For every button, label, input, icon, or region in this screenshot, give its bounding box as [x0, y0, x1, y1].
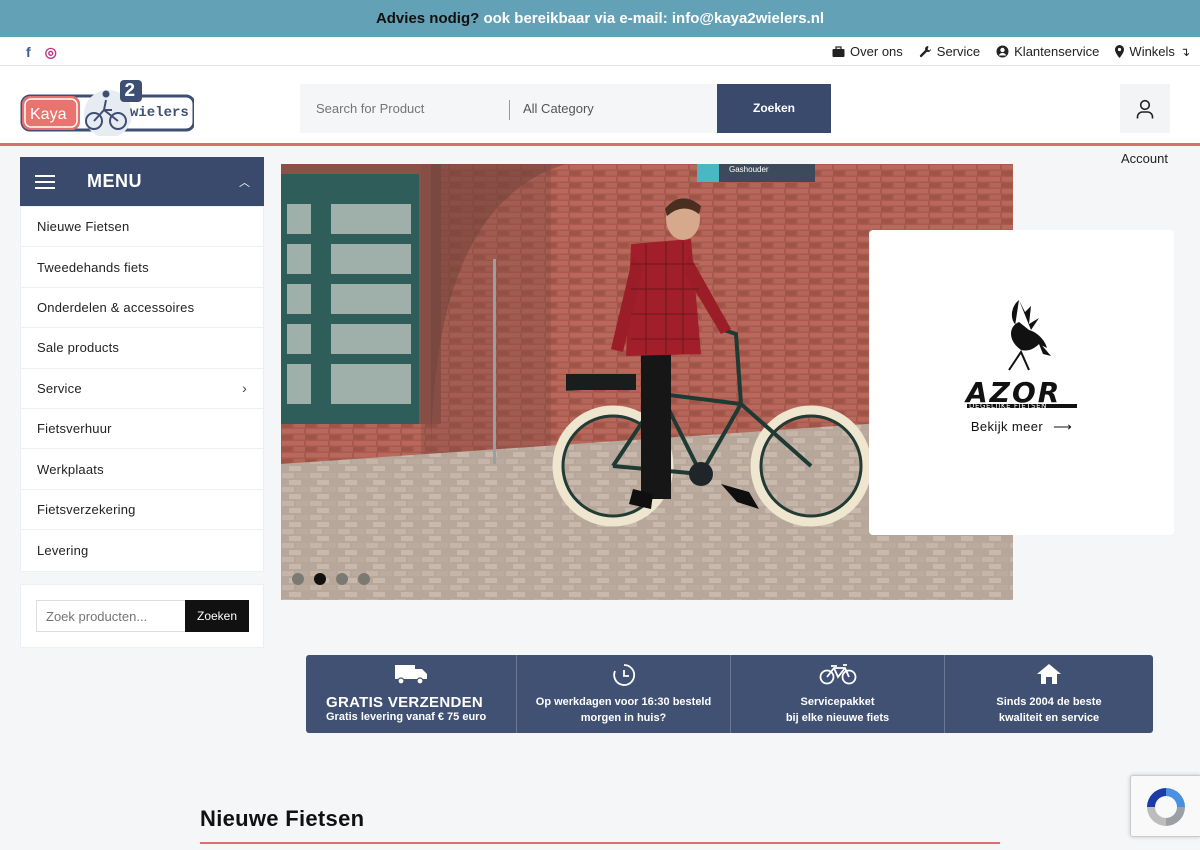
menu-item-nieuwe-fietsen[interactable]: Nieuwe Fietsen	[21, 207, 263, 248]
menu-item-tweedehands-fiets[interactable]: Tweedehands fiets	[21, 247, 263, 288]
slider-dots	[292, 573, 370, 585]
logo-text-kaya: Kaya	[30, 106, 67, 123]
menu-item-label: Fietsverzekering	[37, 501, 136, 517]
clock-icon	[517, 663, 730, 687]
usp-quality: Sinds 2004 de beste kwaliteit en service	[945, 655, 1153, 733]
top-utility-bar: f ◎ Over ons Service Klantenservice Wink…	[0, 37, 1200, 66]
site-header: Kaya 2 wielers All Category Zoeken	[0, 66, 1200, 146]
menu-item-label: Nieuwe Fietsen	[37, 219, 130, 235]
search-divider	[509, 100, 510, 120]
usp-shipping: GRATIS VERZENDEN Gratis levering vanaf €…	[306, 655, 517, 733]
bicycle-icon	[731, 663, 944, 685]
azor-logo: AZOR DEGELIJKE FIETSEN	[964, 300, 1077, 410]
top-link-label: Service	[936, 44, 981, 59]
menu-item-label: Werkplaats	[37, 461, 104, 477]
menu-list: Nieuwe Fietsen Tweedehands fiets Onderde…	[20, 206, 264, 572]
sidebar-search-input[interactable]	[36, 600, 186, 632]
bekijk-meer-link[interactable]: Bekijk meer ⟶	[869, 419, 1174, 435]
hamburger-icon	[35, 171, 55, 193]
logo-text-wielers: wielers	[130, 105, 189, 121]
map-marker-icon	[1115, 45, 1125, 58]
brand-card: AZOR DEGELIJKE FIETSEN Bekijk meer ⟶	[869, 230, 1174, 535]
usp-text: Servicepakket bij elke nieuwe fiets	[731, 694, 944, 726]
menu-item-fietsverhuur[interactable]: Fietsverhuur	[21, 409, 263, 450]
menu-item-service[interactable]: Service ›	[21, 369, 263, 409]
usp-line: Servicepakket	[800, 696, 875, 708]
usp-text: Op werkdagen voor 16:30 besteld morgen i…	[517, 694, 730, 726]
announcement-email[interactable]: ook bereikbaar via e-mail: info@kaya2wie…	[483, 10, 824, 27]
section-title: Nieuwe Fietsen	[200, 806, 365, 831]
menu-item-onderdelen[interactable]: Onderdelen & accessoires	[21, 288, 263, 329]
header-search: All Category Zoeken	[300, 84, 831, 133]
recaptcha-icon	[1147, 788, 1185, 826]
menu-item-label: Fietsverhuur	[37, 421, 112, 437]
home-icon	[945, 663, 1153, 685]
top-link-winkels[interactable]: Winkels ↴	[1115, 44, 1190, 59]
wrench-icon	[919, 46, 931, 58]
top-link-label: Klantenservice	[1014, 44, 1100, 59]
menu-item-sale-products[interactable]: Sale products	[21, 328, 263, 369]
top-links: Over ons Service Klantenservice Winkels …	[832, 37, 1190, 66]
menu-item-werkplaats[interactable]: Werkplaats	[21, 449, 263, 490]
sidebar-search: Zoeken	[20, 584, 264, 648]
usp-line: Op werkdagen voor 16:30 besteld	[535, 696, 712, 708]
user-icon	[1136, 99, 1154, 118]
truck-icon	[306, 663, 516, 685]
dropdown-arrow-icon: ↴	[1179, 44, 1190, 59]
recaptcha-badge[interactable]	[1130, 775, 1200, 837]
menu-title: MENU	[87, 171, 142, 191]
bekijk-meer-label: Bekijk meer	[970, 419, 1044, 434]
account-label[interactable]: Account	[1121, 151, 1168, 166]
social-links: f ◎	[26, 44, 57, 61]
top-link-service[interactable]: Service	[919, 44, 980, 59]
account-button[interactable]	[1120, 84, 1170, 133]
user-circle-icon	[996, 45, 1009, 58]
menu-item-levering[interactable]: Levering	[21, 530, 263, 570]
usp-line: kwaliteit en service	[998, 712, 1100, 724]
search-button[interactable]: Zoeken	[717, 84, 831, 133]
instagram-icon[interactable]: ◎	[45, 44, 57, 61]
menu-item-label: Sale products	[37, 340, 120, 356]
menu-item-label: Onderdelen & accessoires	[37, 299, 195, 315]
facebook-icon[interactable]: f	[26, 44, 31, 61]
category-select[interactable]: All Category	[523, 84, 594, 133]
usp-title: GRATIS VERZENDEN	[326, 694, 484, 711]
top-link-label: Winkels	[1129, 44, 1175, 59]
usp-line: bij elke nieuwe fiets	[785, 712, 890, 724]
hero-sign: Gashouder	[729, 165, 769, 174]
slider-dot[interactable]	[336, 573, 348, 585]
usp-text: Sinds 2004 de beste kwaliteit en service	[945, 694, 1153, 726]
menu-item-label: Service	[37, 380, 82, 396]
usp-bar: GRATIS VERZENDEN Gratis levering vanaf €…	[306, 655, 1153, 733]
chevron-up-icon: ︿	[239, 177, 250, 189]
site-logo[interactable]: Kaya 2 wielers	[20, 78, 196, 138]
sidebar-search-button[interactable]: Zoeken	[185, 600, 249, 632]
menu-item-label: Levering	[37, 542, 89, 558]
slider-dot[interactable]	[292, 573, 304, 585]
announcement-bar: Advies nodig? ook bereikbaar via e-mail:…	[0, 0, 1200, 37]
usp-subtitle: Gratis levering vanaf € 75 euro	[326, 711, 487, 723]
section-divider	[200, 842, 1000, 844]
menu-item-fietsverzekering[interactable]: Fietsverzekering	[21, 490, 263, 531]
arrow-right-icon: ⟶	[1053, 419, 1073, 434]
top-link-over-ons[interactable]: Over ons	[832, 44, 903, 59]
logo-text-digit: 2	[124, 80, 136, 102]
usp-delivery: Op werkdagen voor 16:30 besteld morgen i…	[517, 655, 731, 733]
chevron-right-icon: ›	[242, 380, 247, 397]
briefcase-icon	[832, 45, 845, 57]
top-link-klantenservice[interactable]: Klantenservice	[996, 44, 1099, 59]
azor-tagline: DEGELIJKE FIETSEN	[969, 402, 1047, 410]
search-input[interactable]	[300, 84, 508, 133]
slider-dot[interactable]	[358, 573, 370, 585]
top-link-label: Over ons	[850, 44, 903, 59]
menu-item-label: Tweedehands fiets	[37, 259, 149, 275]
slider-dot-active[interactable]	[314, 573, 326, 585]
usp-line: morgen in huis?	[580, 712, 667, 724]
usp-line: Sinds 2004 de beste	[996, 696, 1102, 708]
announcement-prefix: Advies nodig?	[375, 10, 480, 27]
usp-service: Servicepakket bij elke nieuwe fiets	[731, 655, 945, 733]
menu-header[interactable]: MENU ︿	[20, 157, 264, 206]
